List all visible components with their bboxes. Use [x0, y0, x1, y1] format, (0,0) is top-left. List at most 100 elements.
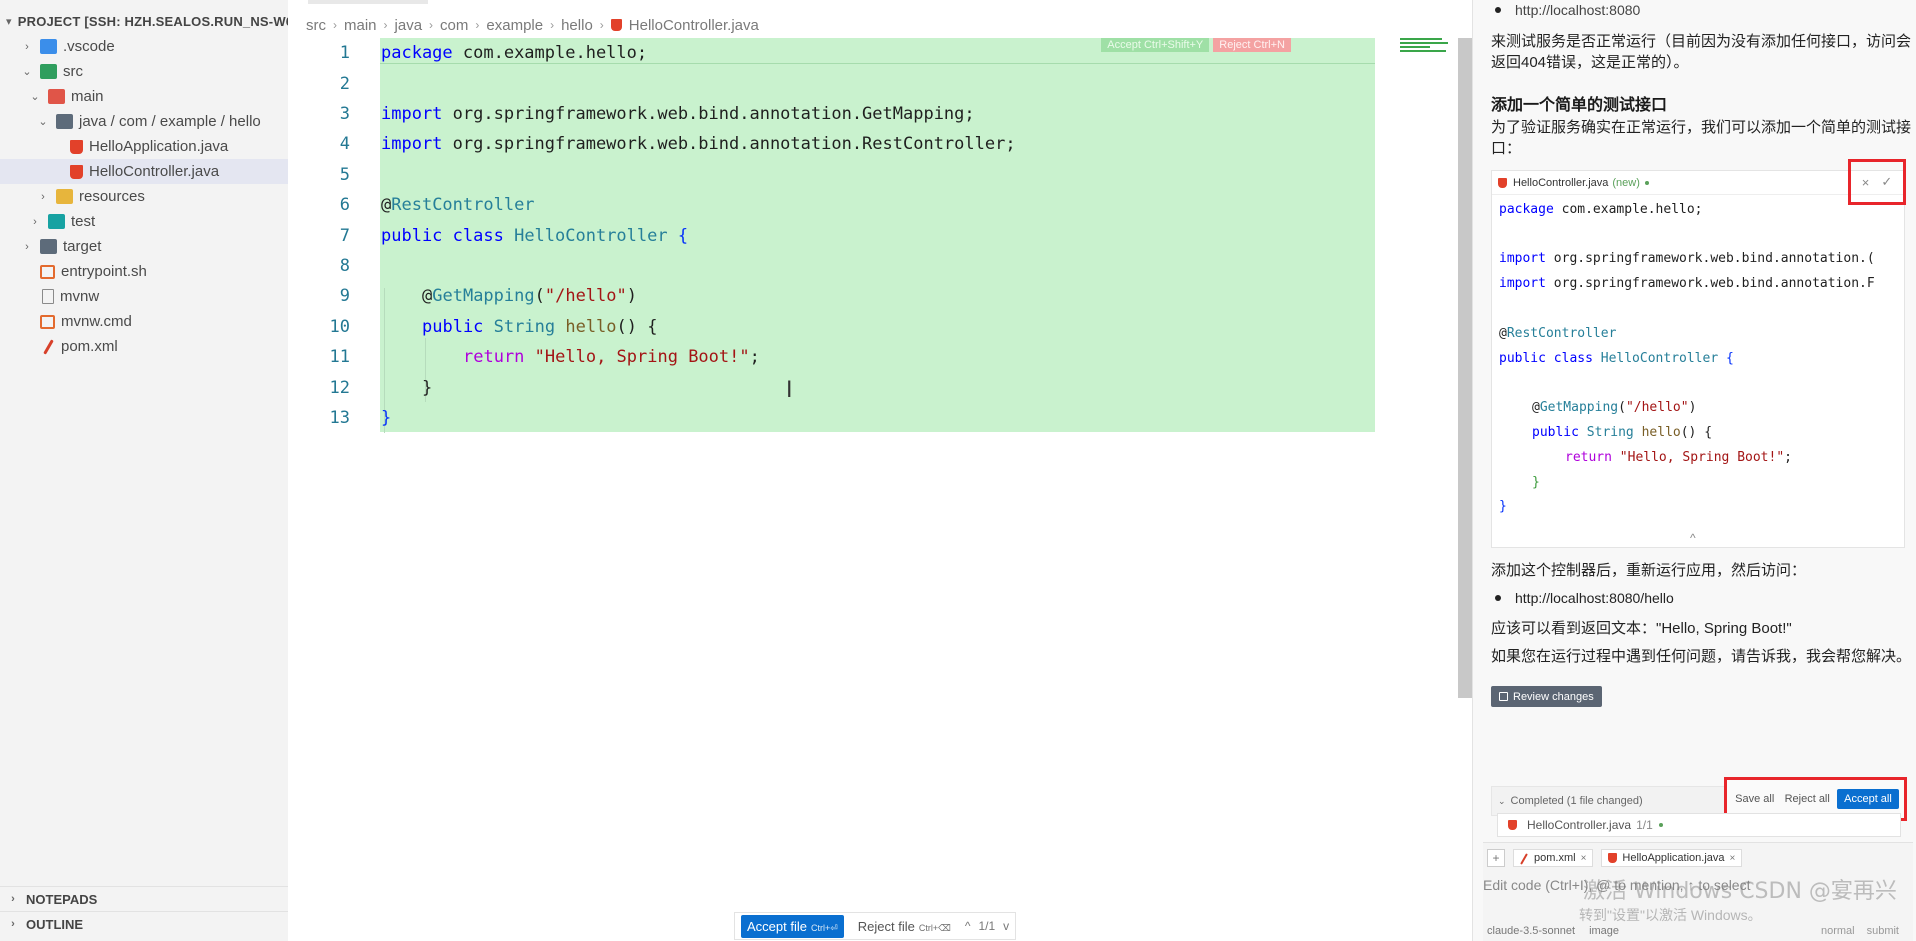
chevron-right-icon: ›	[429, 18, 434, 32]
chevron-right-icon: ›	[599, 18, 604, 32]
review-changes-button[interactable]: Review changes	[1491, 686, 1602, 707]
close-icon[interactable]: ×	[1581, 853, 1587, 864]
xml-file-icon	[42, 339, 55, 354]
accept-all-button[interactable]: Accept all	[1837, 789, 1899, 809]
code-line: 6 @RestController	[288, 190, 1388, 220]
file-diff-toolbar: Accept file Ctrl+⏎ Reject file Ctrl+⌫ ^ …	[734, 912, 1017, 940]
chevron-down-icon: ⌄	[1498, 795, 1506, 806]
sidebar-top-strip	[0, 0, 288, 8]
add-context-button[interactable]: +	[1487, 849, 1505, 867]
line-number: 3	[339, 103, 350, 124]
breadcrumb-item[interactable]: hello	[561, 17, 593, 34]
chevron-right-icon: ›	[41, 190, 45, 203]
line-number: 7	[339, 225, 350, 246]
tree-item-target[interactable]: › target	[0, 234, 288, 259]
tree-item-label: test	[71, 213, 96, 230]
breadcrumb-item[interactable]: com	[440, 17, 468, 34]
tree-item-label: pom.xml	[61, 338, 118, 355]
reject-icon[interactable]: ×	[1862, 175, 1870, 190]
chat-link[interactable]: http://localhost:8080/hello	[1515, 590, 1674, 606]
accept-file-button[interactable]: Accept file Ctrl+⏎	[741, 914, 844, 938]
tree-item-helloapplication[interactable]: HelloApplication.java	[0, 134, 288, 159]
chevron-down-icon: ⌄	[30, 91, 40, 103]
code-token: org.springframework.web.bind.annotation.…	[442, 103, 975, 124]
java-file-icon	[70, 164, 83, 179]
chevron-down-icon[interactable]: v	[1003, 919, 1009, 933]
tree-item-mvnw-cmd[interactable]: mvnw.cmd	[0, 309, 288, 334]
chevron-right-icon: ›	[550, 18, 555, 32]
context-pill-label: pom.xml	[1534, 852, 1576, 864]
line-number: 9	[339, 286, 350, 307]
tree-item-pom[interactable]: pom.xml	[0, 334, 288, 359]
chevron-right-icon: ›	[33, 215, 37, 228]
status-dot	[1658, 823, 1663, 827]
tree-item-entrypoint[interactable]: entrypoint.sh	[0, 259, 288, 284]
chevron-down-icon: ⌄	[38, 116, 48, 128]
context-pill-helloapplication[interactable]: HelloApplication.java ×	[1601, 849, 1743, 867]
tree-item-src[interactable]: ⌄ src	[0, 59, 288, 84]
code-card-header: HelloController.java (new)	[1492, 171, 1904, 195]
reject-all-button[interactable]: Reject all	[1782, 790, 1833, 808]
notepads-section[interactable]: › NOTEPADS	[0, 886, 288, 911]
composer-right-controls: normal submit	[1821, 925, 1899, 937]
save-all-button[interactable]: Save all	[1732, 790, 1777, 808]
submit-button[interactable]: submit	[1867, 925, 1899, 937]
chat-link[interactable]: http://localhost:8080	[1515, 2, 1640, 18]
line-number: 4	[339, 134, 350, 155]
image-attach-button[interactable]: image	[1589, 925, 1619, 937]
card-code-line: @ RestController	[1499, 325, 1617, 341]
tree-item-mvnw[interactable]: mvnw	[0, 284, 288, 309]
project-header[interactable]: ▾ PROJECT [SSH: HZH.SEALOS.RUN_NS-W6H...	[0, 8, 288, 34]
code-token: () {	[616, 316, 658, 337]
reject-file-button[interactable]: Reject file Ctrl+⌫	[852, 915, 957, 938]
line-number: 10	[329, 316, 350, 337]
breadcrumb-item[interactable]: java	[395, 17, 423, 34]
accept-icon[interactable]: ✓	[1881, 174, 1892, 190]
context-pill-pom[interactable]: pom.xml ×	[1513, 849, 1594, 867]
tree-item-vscode[interactable]: › .vscode	[0, 34, 288, 59]
tree-item-test[interactable]: › test	[0, 209, 288, 234]
explorer-sidebar: ▾ PROJECT [SSH: HZH.SEALOS.RUN_NS-W6H...…	[0, 0, 288, 941]
breadcrumb-item[interactable]: src	[306, 17, 326, 34]
folder-icon	[40, 39, 57, 54]
java-file-icon	[1498, 177, 1507, 188]
card-code-line: package com.example.hello;	[1499, 201, 1703, 217]
mode-selector[interactable]: normal	[1821, 925, 1855, 937]
breadcrumb-item[interactable]: HelloController.java	[629, 17, 759, 34]
close-icon[interactable]: ×	[1730, 853, 1736, 864]
tree-item-resources[interactable]: › resources	[0, 184, 288, 209]
breadcrumb-item[interactable]: example	[486, 17, 543, 34]
card-code-line: }	[1499, 499, 1507, 515]
code-editor[interactable]: src › main › java › com › example › hello › He…	[288, 0, 1472, 941]
changed-file-item[interactable]: HelloController.java 1/1	[1497, 813, 1901, 837]
editor-scrollbar[interactable]	[1458, 38, 1472, 698]
chevron-up-icon[interactable]: ^	[965, 919, 971, 933]
code-token: String	[493, 316, 556, 337]
collapse-caret-icon[interactable]: ^	[1690, 531, 1696, 545]
tree-item-java-package[interactable]: ⌄ java / com / example / hello	[0, 109, 288, 134]
breadcrumb-item[interactable]: main	[344, 17, 377, 34]
chat-paragraph: 为了验证服务确实在正常运行，我们可以添加一个简单的测试接口：	[1491, 119, 1912, 157]
tree-item-label: main	[71, 88, 104, 105]
completed-label: Completed (1 file changed)	[1510, 795, 1643, 807]
code-card-filename[interactable]: HelloController.java	[1513, 177, 1608, 189]
code-token: return	[463, 347, 525, 368]
tree-item-label: mvnw.cmd	[61, 313, 132, 330]
line-number: 6	[339, 195, 350, 216]
folder-icon	[40, 239, 57, 254]
code-token: @	[381, 195, 392, 216]
ai-chat-panel: http://localhost:8080 来测试服务是否正常运行（目前因为没有…	[1472, 0, 1916, 941]
tree-item-hellocontroller[interactable]: HelloController.java	[0, 159, 288, 184]
card-code-line: public String hello() {	[1532, 425, 1713, 441]
line-number: 12	[329, 377, 350, 398]
outline-section[interactable]: › OUTLINE	[0, 911, 288, 936]
chat-bullet: http://localhost:8080/hello	[1491, 590, 1674, 606]
tree-item-label: resources	[79, 188, 145, 205]
reject-file-shortcut: Ctrl+⌫	[918, 922, 951, 933]
minimap[interactable]	[1400, 38, 1452, 58]
model-selector[interactable]: claude-3.5-sonnet	[1487, 925, 1575, 937]
code-token: "/hello"	[544, 286, 627, 307]
tree-item-main[interactable]: ⌄ main	[0, 84, 288, 109]
